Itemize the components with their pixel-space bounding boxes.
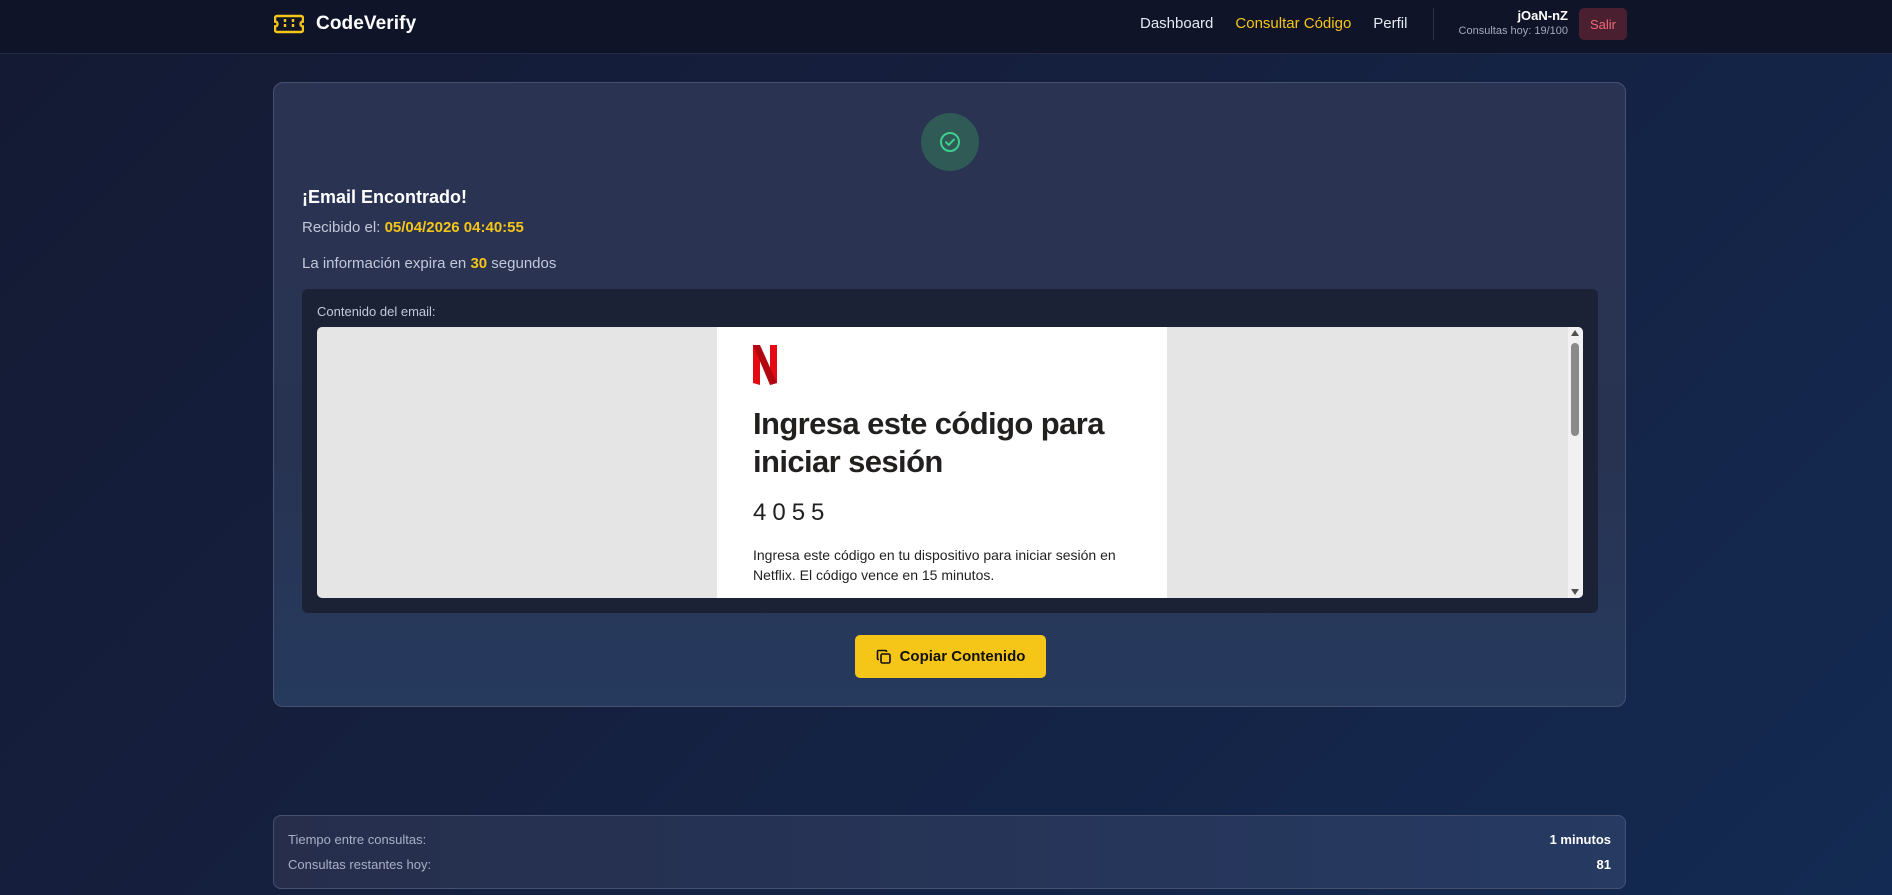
netflix-logo	[753, 345, 777, 385]
nav-divider	[1433, 8, 1434, 40]
success-badge	[921, 113, 979, 171]
query-info-card: Tiempo entre consultas: 1 minutos Consul…	[273, 815, 1626, 889]
scroll-down-arrow-icon[interactable]	[1571, 589, 1579, 595]
email-body-text: Ingresa este código en tu dispositivo pa…	[753, 547, 1116, 583]
top-navbar: CodeVerify Dashboard Consultar Código Pe…	[0, 0, 1892, 54]
email-heading: Ingresa este código para iniciar sesión	[753, 406, 1104, 479]
interval-row: Tiempo entre consultas: 1 minutos	[288, 832, 1611, 847]
nav-dashboard[interactable]: Dashboard	[1140, 15, 1213, 32]
email-page: Ingresa este código para iniciar sesión …	[717, 327, 1167, 598]
logout-button[interactable]: Salir	[1579, 8, 1627, 40]
email-scrollbar[interactable]	[1568, 327, 1583, 598]
scroll-up-arrow-icon[interactable]	[1571, 330, 1579, 336]
scrollbar-thumb[interactable]	[1571, 343, 1579, 436]
copy-button-label: Copiar Contenido	[899, 648, 1026, 665]
content-label: Contenido del email:	[317, 304, 436, 319]
received-label: Recibido el:	[302, 219, 381, 236]
expiry-notice: La información expira en 30 segundos	[302, 255, 556, 272]
result-card: ¡Email Encontrado! Recibido el: 05/04/20…	[273, 82, 1626, 707]
check-circle-icon	[940, 132, 960, 152]
expiry-prefix: La información expira en	[302, 255, 467, 272]
expiry-suffix: segundos	[491, 255, 557, 272]
brand-name: CodeVerify	[316, 13, 417, 34]
nav-perfil[interactable]: Perfil	[1373, 15, 1407, 32]
brand[interactable]: CodeVerify	[274, 12, 416, 36]
interval-label: Tiempo entre consultas:	[288, 832, 427, 847]
received-timestamp: 05/04/2026 04:40:55	[384, 219, 524, 236]
remaining-row: Consultas restantes hoy: 81	[288, 857, 1611, 872]
nav-consultar-codigo[interactable]: Consultar Código	[1235, 15, 1351, 32]
received-line: Recibido el: 05/04/2026 04:40:55	[302, 219, 524, 236]
email-preview-frame[interactable]: Ingresa este código para iniciar sesión …	[317, 327, 1583, 598]
copy-icon	[876, 649, 891, 664]
verification-code: 4055	[753, 499, 831, 526]
copy-content-button[interactable]: Copiar Contenido	[855, 635, 1046, 678]
interval-value: 1 minutos	[1549, 832, 1611, 847]
daily-quota: Consultas hoy: 19/100	[1458, 25, 1568, 37]
ticket-icon	[274, 14, 304, 34]
email-content-box: Contenido del email: Ingresa este código…	[302, 289, 1598, 613]
user-info: jOaN-nZ Consultas hoy: 19/100	[1459, 8, 1568, 39]
main-nav: Dashboard Consultar Código Perfil	[1140, 15, 1407, 32]
username: jOaN-nZ	[1517, 8, 1568, 23]
remaining-value: 81	[1596, 857, 1611, 872]
remaining-label: Consultas restantes hoy:	[288, 857, 432, 872]
result-title: ¡Email Encontrado!	[302, 187, 468, 207]
expiry-seconds: 30	[470, 255, 488, 272]
